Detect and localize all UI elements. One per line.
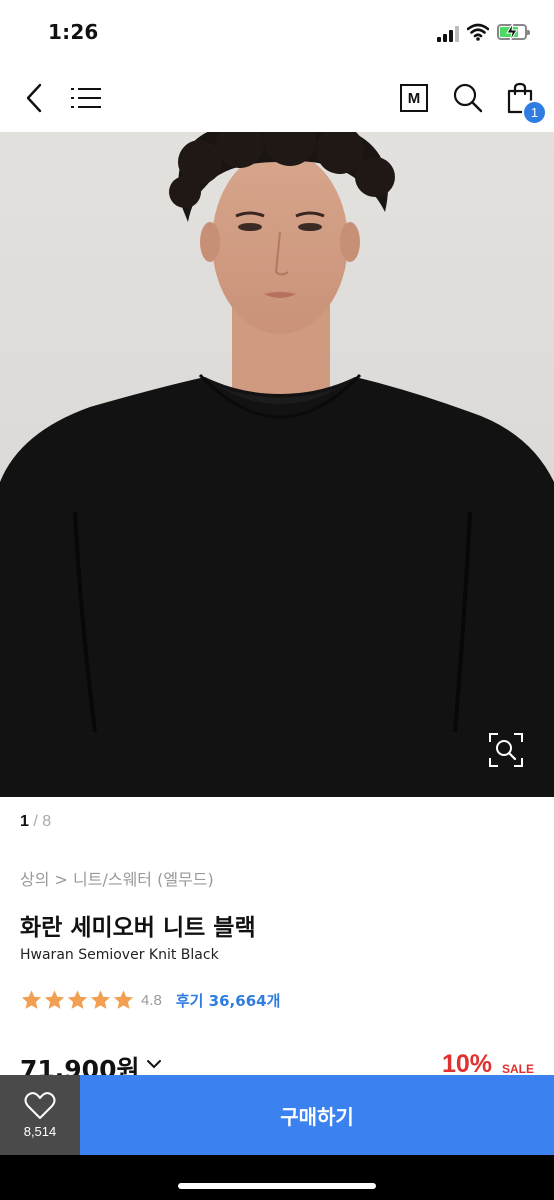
sale-label: SALE	[501, 1062, 534, 1076]
heart-icon	[24, 1091, 56, 1119]
pager-current: 1	[20, 813, 29, 830]
rating-row: 4.8 후기 36,664개	[20, 988, 280, 1012]
star-icon	[113, 990, 134, 1009]
star-icon	[44, 990, 65, 1009]
search-icon	[453, 83, 483, 113]
mall-button[interactable]: M	[394, 78, 434, 118]
mall-label: M	[400, 84, 428, 112]
star-icon	[21, 990, 42, 1009]
review-count-link[interactable]: 후기 36,664개	[176, 990, 281, 1011]
star-rating	[20, 989, 135, 1011]
status-time: 1:26	[48, 20, 99, 44]
pager-separator: /	[28, 813, 43, 830]
zoom-button[interactable]	[488, 732, 524, 768]
product-image[interactable]	[0, 132, 554, 797]
battery-icon	[497, 23, 530, 41]
chevron-left-icon	[26, 83, 42, 113]
like-button[interactable]: 8,514	[0, 1075, 80, 1155]
menu-button[interactable]	[66, 78, 106, 118]
cellular-signal-icon	[437, 26, 461, 42]
product-title-english: Hwaran Semiover Knit Black	[20, 947, 219, 963]
buy-button[interactable]: 구매하기	[80, 1075, 554, 1155]
hamburger-icon	[71, 88, 101, 108]
star-icon	[67, 990, 88, 1009]
back-button[interactable]	[14, 78, 54, 118]
home-indicator[interactable]	[178, 1183, 376, 1189]
rating-value: 4.8	[141, 991, 162, 1009]
bottom-action-bar: 8,514 구매하기	[0, 1075, 554, 1155]
chevron-down-icon[interactable]	[146, 1058, 162, 1070]
wifi-icon	[467, 23, 489, 41]
category-breadcrumb[interactable]: 상의 > 니트/스웨터 (엘무드)	[20, 866, 214, 890]
product-title: 화란 세미오버 니트 블랙	[20, 915, 256, 941]
star-icon	[90, 990, 111, 1009]
like-count: 8,514	[23, 1123, 57, 1139]
status-bar: 1:26	[0, 0, 554, 66]
home-indicator-area	[0, 1155, 554, 1200]
search-button[interactable]	[448, 78, 488, 118]
pager-total: 8	[42, 813, 52, 830]
zoom-icon	[489, 733, 523, 767]
image-pager: 1 / 8	[20, 813, 51, 831]
top-nav-bar: M	[0, 66, 554, 132]
cart-count-badge[interactable]: 1	[522, 100, 547, 125]
